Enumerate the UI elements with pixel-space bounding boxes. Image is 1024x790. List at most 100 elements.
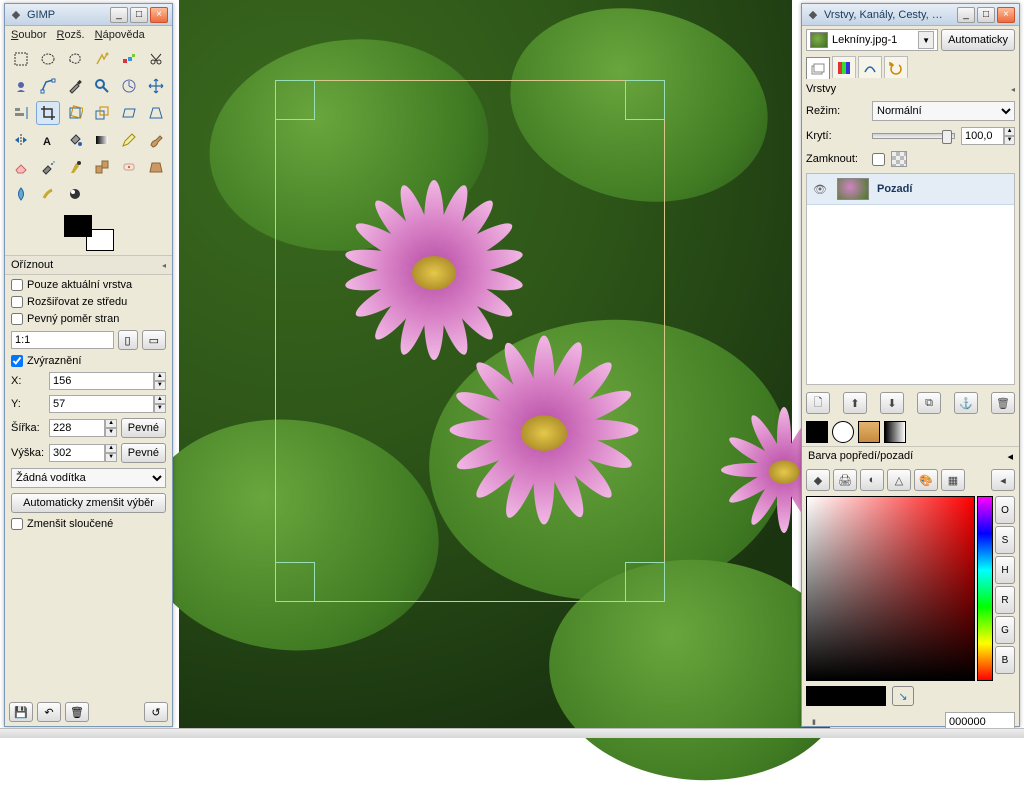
tool-flip[interactable] [9, 128, 33, 152]
tool-dodge[interactable] [63, 182, 87, 206]
mode-G-button[interactable]: G [995, 616, 1015, 644]
minimize-button[interactable]: _ [110, 7, 128, 23]
crop-h-input[interactable] [49, 444, 105, 462]
tool-fuzzy-select[interactable] [90, 47, 114, 71]
tool-scale[interactable] [90, 101, 114, 125]
mode-B-button[interactable]: B [995, 646, 1015, 674]
tool-perspective[interactable] [144, 101, 168, 125]
restore-options-button[interactable]: ↶ [37, 702, 61, 722]
layers-menu-icon[interactable]: ◂ [1011, 85, 1015, 94]
tab-paths[interactable] [858, 56, 882, 78]
delete-layer-button[interactable]: 🗑 [991, 392, 1015, 414]
crop-from-center-check[interactable]: Rozšiřovat ze středu [11, 296, 166, 308]
raise-layer-button[interactable]: ⬆ [843, 392, 867, 414]
cmyk-button[interactable]: 🖨 [833, 469, 857, 491]
tool-paths[interactable] [36, 74, 60, 98]
color-config-button[interactable]: ◂ [991, 469, 1015, 491]
mode-R-button[interactable]: R [995, 586, 1015, 614]
tool-align[interactable] [9, 101, 33, 125]
swatch-pattern[interactable] [858, 421, 880, 443]
anchor-layer-button[interactable]: ⚓ [954, 392, 978, 414]
tool-clone[interactable] [90, 155, 114, 179]
tool-smudge[interactable] [36, 182, 60, 206]
palette-button[interactable]: 🎨 [914, 469, 938, 491]
crop-fixed-aspect-check[interactable]: Pevný poměr stran [11, 313, 166, 325]
duplicate-layer-button[interactable]: ⧉ [917, 392, 941, 414]
scales-button[interactable]: ▦ [941, 469, 965, 491]
tool-pencil[interactable] [117, 128, 141, 152]
crop-handle-se[interactable] [625, 562, 665, 602]
gimp-color-button[interactable]: ◆ [806, 469, 830, 491]
mode-S-button[interactable]: S [995, 526, 1015, 554]
chevron-down-icon[interactable]: ▼ [918, 31, 934, 49]
tool-move[interactable] [144, 74, 168, 98]
add-color-button[interactable]: ↘ [892, 686, 914, 706]
tab-layers[interactable] [806, 57, 830, 79]
tool-perspective-clone[interactable] [144, 155, 168, 179]
close-button[interactable]: × [150, 7, 168, 23]
tool-airbrush[interactable] [36, 155, 60, 179]
tool-by-color-select[interactable] [117, 47, 141, 71]
crop-h-fixed-button[interactable]: Pevné [121, 443, 166, 463]
tool-rect-select[interactable] [9, 47, 33, 71]
crop-handle-ne[interactable] [625, 80, 665, 120]
toolbox-titlebar[interactable]: ◆ GIMP _ □ × [5, 4, 172, 26]
opacity-input[interactable] [961, 127, 1004, 145]
opacity-knob[interactable] [942, 130, 952, 144]
maximize-button[interactable]: □ [130, 7, 148, 23]
fg-color-swatch[interactable] [64, 215, 92, 237]
crop-guides-select[interactable]: Žádná vodítka [11, 468, 166, 488]
layer-name[interactable]: Pozadí [877, 183, 912, 195]
crop-handle-sw[interactable] [275, 562, 315, 602]
tool-options-menu-icon[interactable]: ◂ [162, 261, 166, 270]
sv-field[interactable] [806, 496, 975, 681]
fg-bg-color-swatch[interactable] [64, 215, 114, 251]
lower-layer-button[interactable]: ⬇ [880, 392, 904, 414]
lock-alpha-button[interactable] [891, 151, 907, 167]
minimize-button[interactable]: _ [957, 7, 975, 23]
tool-blend[interactable] [90, 128, 114, 152]
crop-w-fixed-button[interactable]: Pevné [121, 418, 166, 438]
hue-bar[interactable] [977, 496, 993, 681]
tab-undo[interactable] [884, 56, 908, 78]
image-canvas[interactable] [179, 0, 792, 738]
tool-measure[interactable] [117, 74, 141, 98]
crop-portrait-button[interactable]: ▯ [118, 330, 138, 350]
crop-w-input[interactable] [49, 419, 105, 437]
crop-ratio-input[interactable] [11, 331, 114, 349]
tab-channels[interactable] [832, 56, 856, 78]
mode-O-button[interactable]: O [995, 496, 1015, 524]
crop-autoshrink-button[interactable]: Automaticky zmenšit výběr [11, 493, 166, 513]
tool-bucket-fill[interactable] [63, 128, 87, 152]
menu-ext[interactable]: Rozš. [56, 29, 84, 41]
tool-color-picker[interactable] [63, 74, 87, 98]
tool-ellipse-select[interactable] [36, 47, 60, 71]
dock-titlebar[interactable]: ◆ Vrstvy, Kanály, Cesty, … _ □ × [802, 4, 1019, 26]
crop-shrink-merged-check[interactable]: Zmenšit sloučené [11, 518, 166, 530]
swatch-gradient[interactable] [884, 421, 906, 443]
crop-rectangle[interactable] [275, 80, 665, 602]
eye-icon[interactable]: 👁 [813, 183, 829, 196]
tool-text[interactable]: A [36, 128, 60, 152]
tool-ink[interactable] [63, 155, 87, 179]
crop-handle-nw[interactable] [275, 80, 315, 120]
color-menu-icon[interactable]: ◂ [1007, 450, 1013, 463]
new-layer-button[interactable]: 🗋 [806, 392, 830, 414]
opacity-slider[interactable] [872, 133, 955, 139]
tool-shear[interactable] [117, 101, 141, 125]
layer-item[interactable]: 👁 Pozadí [807, 174, 1014, 205]
auto-button[interactable]: Automaticky [941, 29, 1015, 51]
tool-crop[interactable] [36, 101, 60, 125]
maximize-button[interactable]: □ [977, 7, 995, 23]
crop-highlight-check[interactable]: Zvýraznění [11, 355, 166, 367]
swatch-bg[interactable] [832, 421, 854, 443]
reset-options-button[interactable]: ↺ [144, 702, 168, 722]
current-color-swatch[interactable] [806, 686, 886, 706]
mode-select[interactable]: Normální [872, 101, 1015, 121]
tool-rotate[interactable] [63, 101, 87, 125]
watercolor-button[interactable]: ◐ [860, 469, 884, 491]
save-options-button[interactable]: 💾 [9, 702, 33, 722]
tool-scissors[interactable] [144, 47, 168, 71]
tool-blur[interactable] [9, 182, 33, 206]
menu-help[interactable]: Nápověda [95, 29, 145, 41]
